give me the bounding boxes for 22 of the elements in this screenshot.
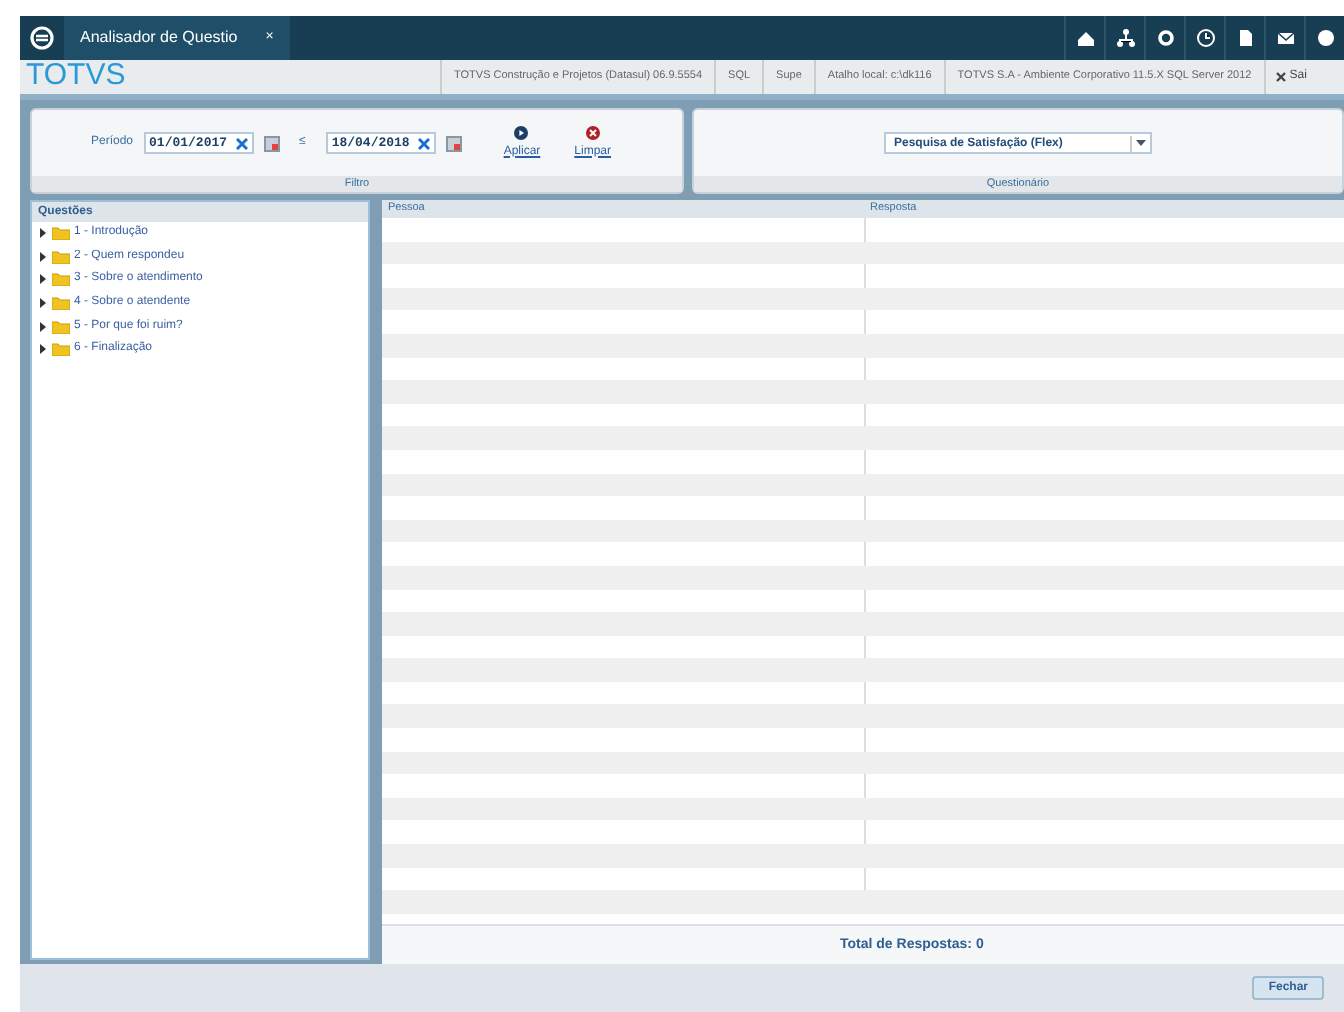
clock-icon[interactable] [1195,28,1215,48]
collapsed-arrow-icon[interactable] [38,298,48,309]
calendar-icon[interactable] [263,135,280,151]
clear-icon[interactable] [417,137,430,149]
home-icon[interactable] [1075,28,1095,48]
mail-icon[interactable] [1275,28,1295,48]
collapsed-arrow-icon[interactable] [38,344,48,355]
cancel-icon [585,125,600,139]
collapsed-arrow-icon[interactable] [38,251,48,262]
calendar-icon[interactable] [445,135,462,151]
close-icon [1275,72,1286,82]
hierarchy-icon[interactable] [1115,28,1135,48]
logo-icon [30,26,54,50]
collapsed-arrow-icon[interactable] [38,321,48,332]
document-icon[interactable] [1235,28,1255,48]
brand-logo: TOTVS [24,56,128,97]
caret-icon [1136,140,1146,146]
play-icon [514,125,529,139]
clear-icon[interactable] [235,137,248,149]
settings-icon[interactable] [1155,28,1175,48]
collapsed-arrow-icon[interactable] [38,228,48,239]
collapsed-arrow-icon[interactable] [38,274,48,285]
